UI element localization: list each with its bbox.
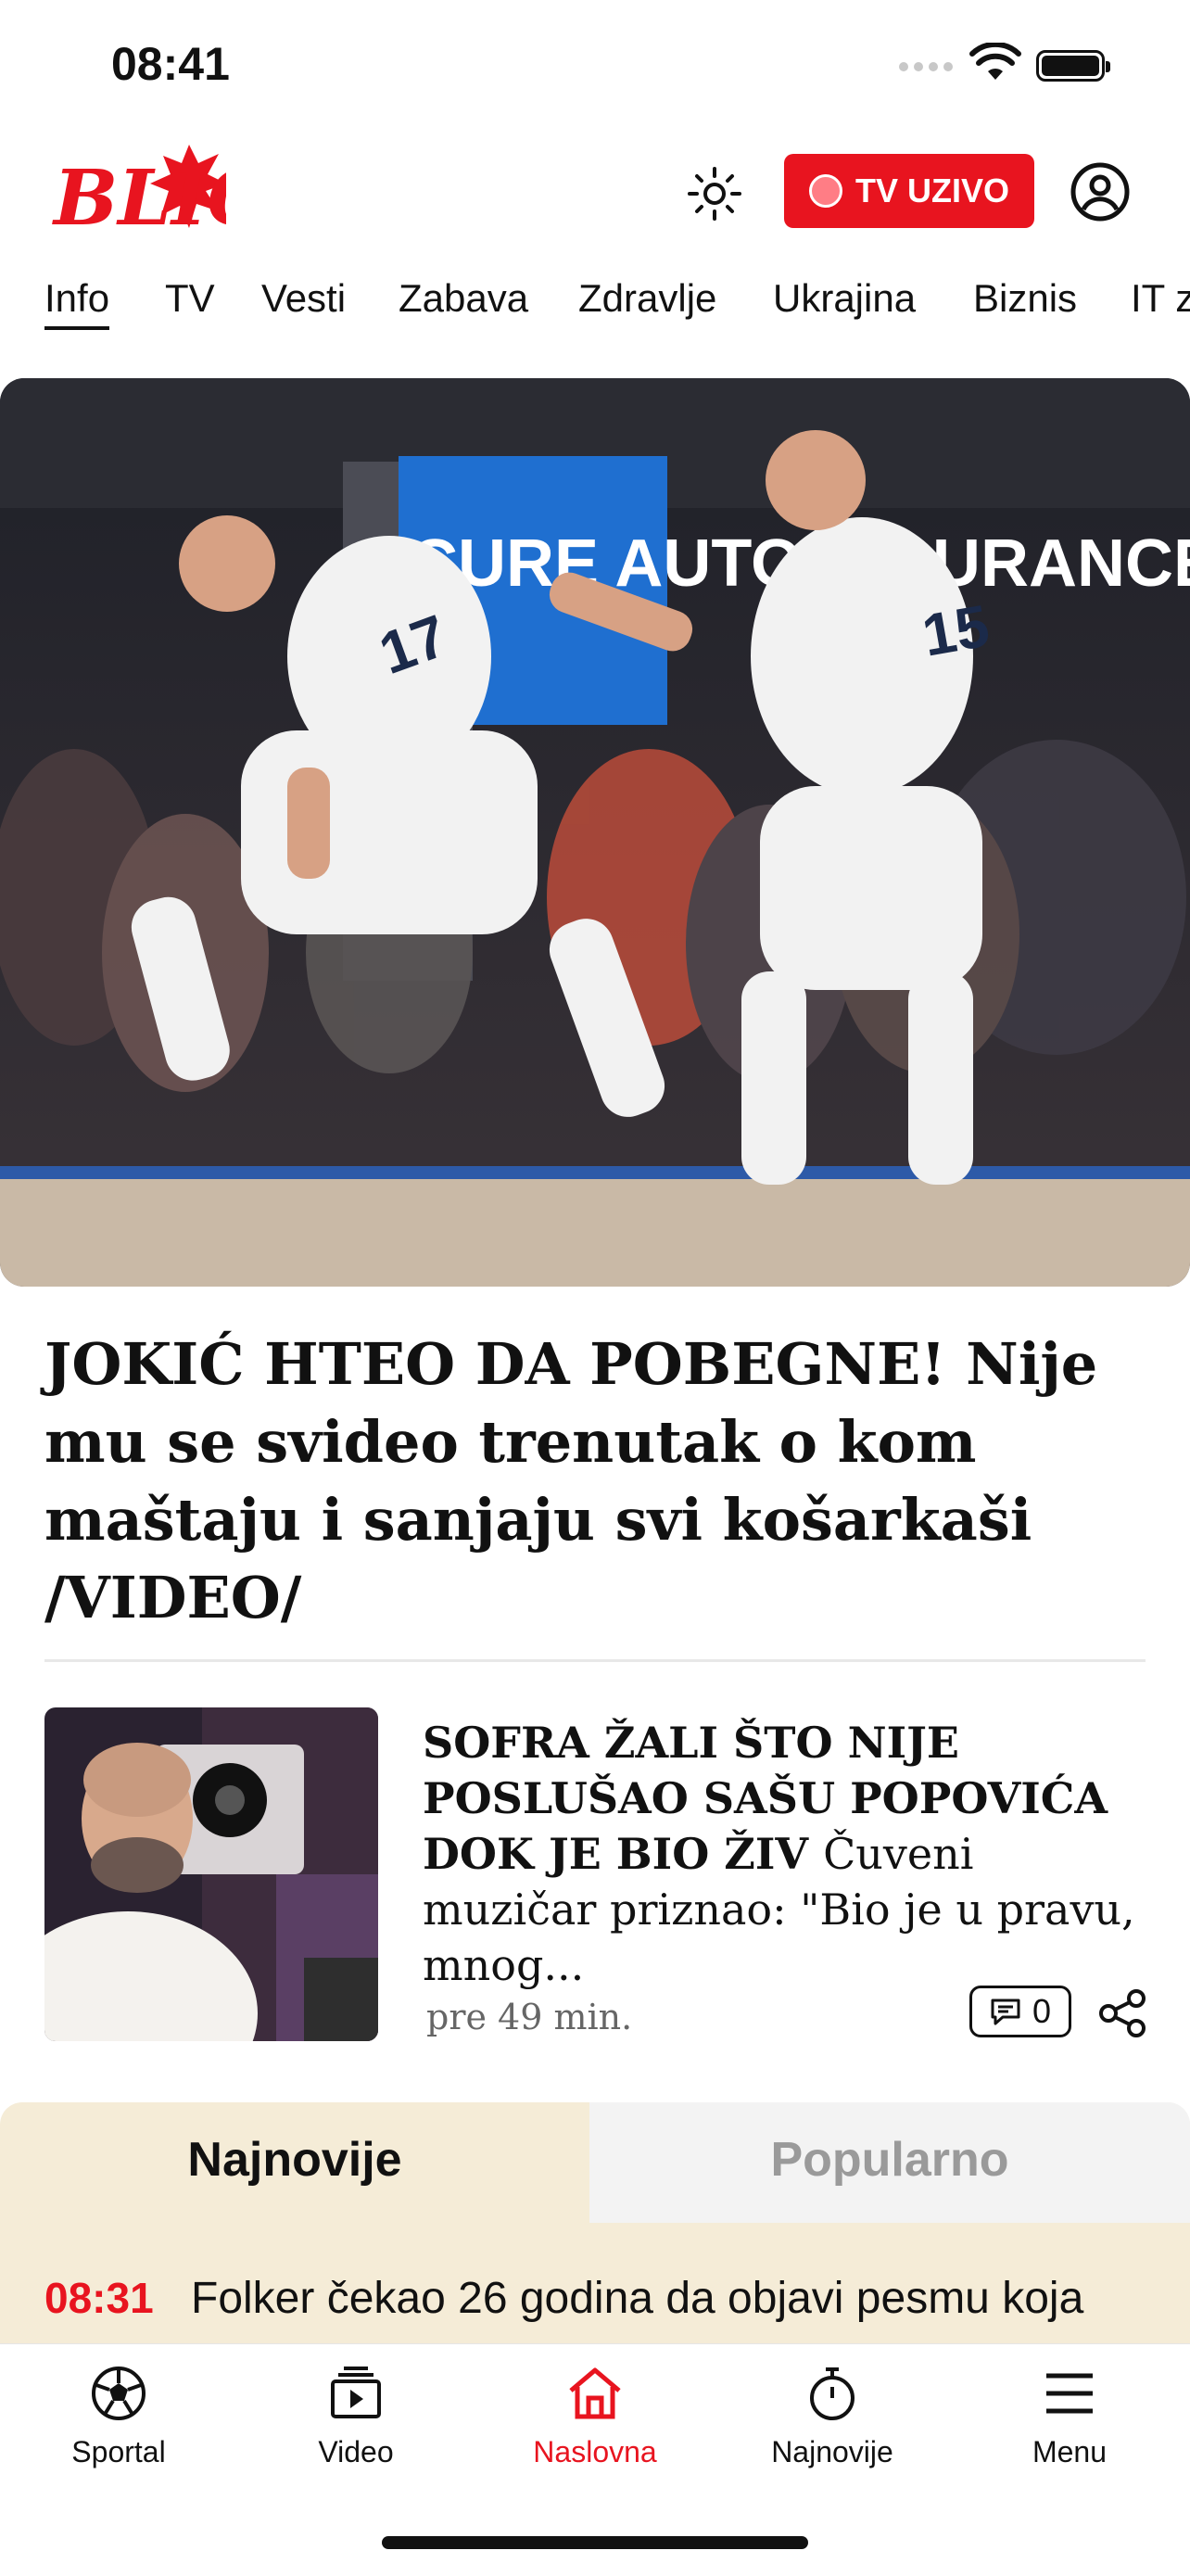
comment-count: 0 [1032,1992,1052,2030]
hero-headline[interactable]: JOKIĆ HTEO DA POBEGNE! Nije mu se svideo… [44,1326,1147,1637]
nav-item-vesti[interactable]: Vesti [261,276,346,321]
latest-item-headline[interactable]: Folker čekao 26 godina da objavi pesmu k… [191,2273,1083,2324]
musician-photo [44,1707,378,2041]
stopwatch-icon [810,2367,855,2420]
tab-naslovna-label: Naslovna [533,2435,657,2468]
home-indicator [382,2536,808,2549]
soccer-ball-icon [92,2367,146,2420]
divider [44,1659,1146,1662]
menu-icon [1046,2373,1093,2414]
nav-item-it[interactable]: IT z [1131,276,1190,321]
nav-item-info[interactable]: Info [44,276,110,330]
wifi-icon [969,43,1021,80]
hero-image[interactable]: CURE AUTO INSURANCE 17 15 [0,378,1190,1287]
video-icon [331,2367,381,2418]
app-header: BLIC TV UZIVO [0,130,1190,250]
svg-text:15: 15 [918,592,994,669]
tab-newest[interactable]: Najnovije [0,2132,589,2188]
tab-video[interactable]: Video [263,2365,449,2469]
nav-item-tv[interactable]: TV [165,276,215,321]
cellular-signal-icon [899,59,958,76]
basketball-photo: CURE AUTO INSURANCE 17 15 [0,378,1190,1287]
feed-tabs-panel: Najnovije Popularno 08:31 Folker čekao 2… [0,2102,1190,2343]
article-title-bold: SOFRA ŽALI ŠTO NIJE POSLUŠAO SAŠU POPOVI… [423,1718,1108,1879]
tab-sportal-label: Sportal [71,2435,166,2468]
article-thumbnail[interactable] [44,1707,378,2041]
svg-text:BLIC: BLIC [52,154,226,243]
nav-item-zdravlje[interactable]: Zdravlje [578,276,716,321]
tab-najnovije[interactable]: Najnovije [740,2365,925,2469]
status-bar: 08:41 [0,0,1190,130]
nav-item-ukrajina[interactable]: Ukrajina [773,276,916,321]
tab-video-label: Video [318,2435,394,2468]
tv-live-label: TV UZIVO [855,171,1009,209]
category-nav: Info TV Vesti Zabava Zdravlje Ukrajina B… [0,269,1190,343]
theme-toggle-sun-icon[interactable] [686,165,743,222]
tv-live-button[interactable]: TV UZIVO [784,154,1034,228]
live-dot-icon [808,174,842,208]
latest-item-time: 08:31 [44,2274,154,2322]
tab-popular[interactable]: Popularno [589,2132,1190,2188]
tab-najnovije-label: Najnovije [771,2435,893,2468]
article-timestamp: pre 49 min. [426,1997,633,2037]
blic-logo[interactable]: BLIC [50,135,226,247]
comments-button[interactable]: 0 [969,1986,1071,2037]
comment-icon [991,1999,1020,2025]
status-time: 08:41 [111,38,230,90]
home-icon [569,2367,621,2419]
user-account-icon[interactable] [1070,161,1131,222]
article-title[interactable]: SOFRA ŽALI ŠTO NIJE POSLUŠAO SAŠU POPOVI… [423,1715,1155,1993]
tab-menu[interactable]: Menu [977,2365,1162,2469]
tab-sportal[interactable]: Sportal [26,2365,211,2469]
tab-menu-label: Menu [1032,2435,1108,2468]
share-icon[interactable] [1097,1987,1149,2039]
battery-icon [1036,50,1110,82]
nav-item-zabava[interactable]: Zabava [399,276,528,321]
tab-naslovna[interactable]: Naslovna [502,2365,688,2469]
nav-item-biznis[interactable]: Biznis [973,276,1077,321]
